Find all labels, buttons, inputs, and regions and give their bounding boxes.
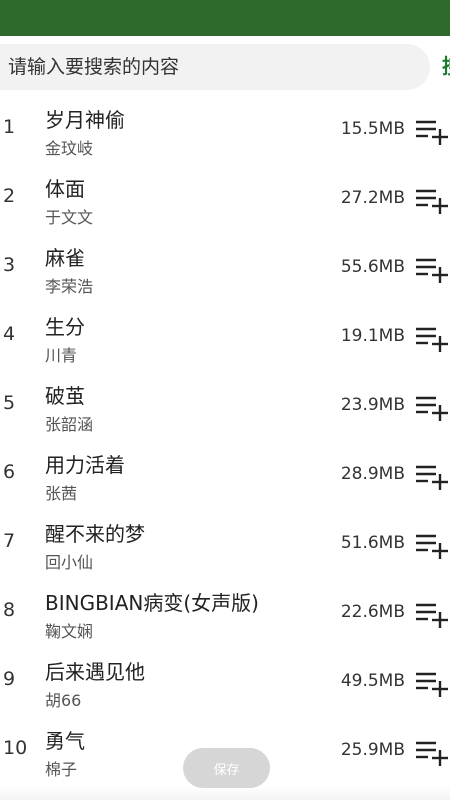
playlist-add-icon[interactable] [414, 118, 450, 146]
song-title: 体面 [45, 177, 85, 201]
song-artist: 金玟岐 [45, 139, 94, 158]
list-item[interactable]: 5 破茧 张韶涵 23.9MB [0, 372, 450, 441]
song-title: BINGBIAN病变(女声版) [45, 591, 259, 615]
list-item[interactable]: 3 麻雀 李荣浩 55.6MB [0, 234, 450, 303]
playlist-add-icon[interactable] [414, 532, 450, 560]
app-screen: 搜 1 岁月神偷 金玟岐 15.5MB 2 体面 于文文 27.2MB 3 麻雀… [0, 0, 450, 800]
search-box [0, 44, 430, 90]
list-item[interactable]: 2 体面 于文文 27.2MB [0, 165, 450, 234]
list-item[interactable]: 1 岁月神偷 金玟岐 15.5MB [0, 96, 450, 165]
song-artist: 张韶涵 [45, 415, 94, 434]
song-artist: 棉子 [45, 760, 78, 779]
song-title: 用力活着 [45, 453, 125, 477]
song-index: 9 [3, 668, 16, 690]
playlist-add-icon[interactable] [414, 601, 450, 629]
song-size: 51.6MB [340, 533, 405, 553]
song-size: 15.5MB [340, 119, 405, 139]
status-bar [0, 0, 450, 36]
song-index: 7 [3, 530, 16, 552]
song-artist: 川青 [45, 346, 78, 365]
song-title: 麻雀 [45, 246, 85, 270]
song-size: 49.5MB [340, 671, 405, 691]
list-item[interactable]: 9 后来遇见他 胡66 49.5MB [0, 648, 450, 717]
song-size: 23.9MB [340, 395, 405, 415]
song-index: 3 [3, 254, 16, 276]
song-size: 22.6MB [340, 602, 405, 622]
song-size: 27.2MB [340, 188, 405, 208]
song-artist: 胡66 [45, 691, 82, 710]
song-title: 破茧 [45, 384, 85, 408]
song-artist: 鞠文娴 [45, 622, 94, 641]
song-size: 25.9MB [340, 740, 405, 760]
search-input[interactable] [0, 46, 410, 88]
song-size: 55.6MB [340, 257, 405, 277]
list-item[interactable]: 7 醒不来的梦 回小仙 51.6MB [0, 510, 450, 579]
playlist-add-icon[interactable] [414, 187, 450, 215]
playlist-add-icon[interactable] [414, 325, 450, 353]
song-index: 5 [3, 392, 16, 414]
playlist-add-icon[interactable] [414, 394, 450, 422]
song-index: 2 [3, 185, 16, 207]
list-item[interactable]: 4 生分 川青 19.1MB [0, 303, 450, 372]
song-title: 勇气 [45, 729, 85, 753]
song-title: 醒不来的梦 [45, 522, 145, 546]
song-size: 28.9MB [340, 464, 405, 484]
song-size: 19.1MB [340, 326, 405, 346]
song-artist: 于文文 [45, 208, 94, 227]
song-index: 10 [3, 737, 28, 759]
song-index: 4 [3, 323, 16, 345]
search-button[interactable]: 搜 [442, 50, 450, 79]
save-button[interactable]: 保存 [183, 748, 270, 788]
playlist-add-icon[interactable] [414, 739, 450, 767]
playlist-add-icon[interactable] [414, 256, 450, 284]
song-title: 后来遇见他 [45, 660, 145, 684]
list-item[interactable]: 6 用力活着 张茜 28.9MB [0, 441, 450, 510]
search-bar: 搜 [0, 36, 450, 96]
list-item[interactable]: 8 BINGBIAN病变(女声版) 鞠文娴 22.6MB [0, 579, 450, 648]
playlist-add-icon[interactable] [414, 463, 450, 491]
song-artist: 张茜 [45, 484, 78, 503]
song-artist: 李荣浩 [45, 277, 94, 296]
song-index: 1 [3, 116, 16, 138]
song-index: 6 [3, 461, 16, 483]
song-artist: 回小仙 [45, 553, 94, 572]
list-bottom-edge [0, 786, 450, 800]
song-index: 8 [3, 599, 16, 621]
playlist-add-icon[interactable] [414, 670, 450, 698]
song-list: 1 岁月神偷 金玟岐 15.5MB 2 体面 于文文 27.2MB 3 麻雀 李… [0, 96, 450, 786]
song-title: 岁月神偷 [45, 108, 125, 132]
song-title: 生分 [45, 315, 85, 339]
